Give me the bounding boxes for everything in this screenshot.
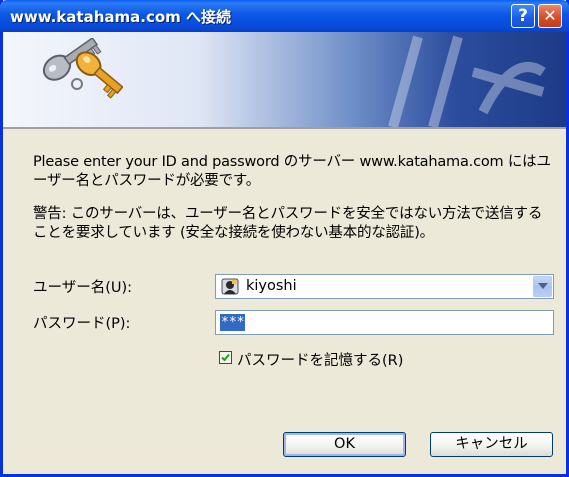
dropdown-arrow-icon[interactable] [533,276,552,297]
dialog-banner [3,32,566,127]
banner-watermark-graphic [388,35,546,127]
server-message: Please enter your ID and password のサーバー … [33,154,551,189]
cancel-button[interactable]: キャンセル [430,432,553,457]
password-label: パスワード(P): [33,316,131,332]
banner-divider [3,127,566,129]
checkmark-icon [221,353,230,362]
security-warning: 警告: このサーバーは、ユーザー名とパスワードを安全ではない方法で送信することを… [33,206,543,241]
help-button[interactable]: ? [511,4,535,28]
ok-button[interactable]: OK [283,432,406,457]
close-button[interactable]: ✕ [538,4,562,28]
username-value: kiyoshi [246,278,297,294]
password-value: *** [220,314,246,331]
login-dialog: www.katahama.com へ接続 ? ✕ Please enter yo… [0,0,569,477]
title-bar[interactable]: www.katahama.com へ接続 ? ✕ [0,0,569,32]
username-label: ユーザー名(U): [33,280,133,296]
username-combobox[interactable]: kiyoshi [215,274,554,299]
keys-icon [42,38,123,99]
remember-password-label: パスワードを記憶する(R) [237,353,404,369]
password-field[interactable]: *** [215,310,554,335]
user-account-icon [221,278,239,295]
remember-password-checkbox[interactable] [219,351,232,364]
window-title: www.katahama.com へ接続 [10,8,232,26]
